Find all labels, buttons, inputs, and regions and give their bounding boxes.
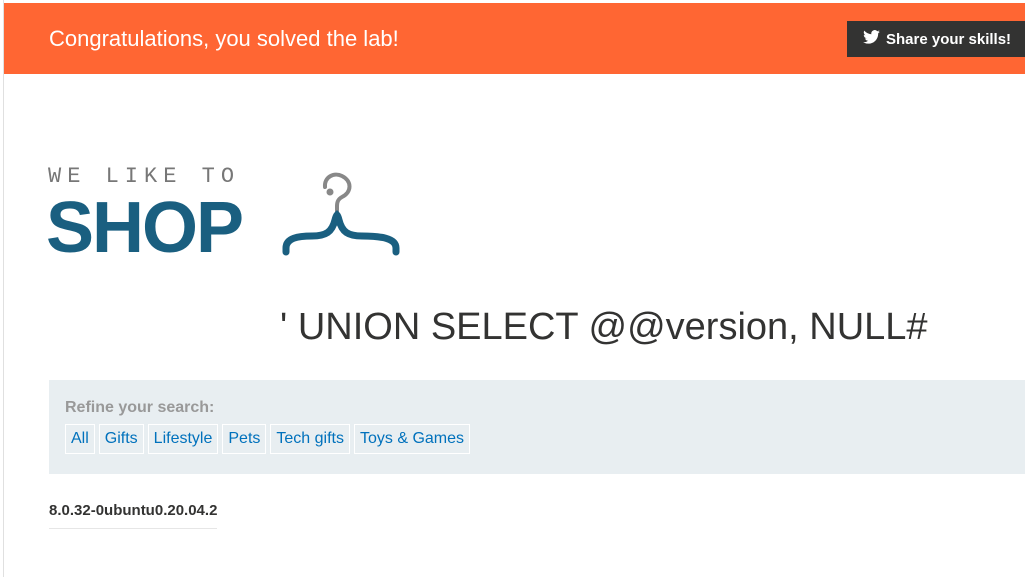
hanger-icon [280, 168, 404, 265]
shop-logo[interactable]: WE LIKE TO SHOP [46, 160, 408, 268]
page: Congratulations, you solved the lab! Sha… [0, 0, 1025, 577]
filter-link-gifts[interactable]: Gifts [98, 424, 144, 454]
banner-message: Congratulations, you solved the lab! [49, 26, 399, 51]
left-border [0, 0, 4, 577]
filter-link-lifestyle[interactable]: Lifestyle [147, 424, 219, 454]
result-version-text: 8.0.32-0ubuntu0.20.04.2 [49, 502, 218, 519]
filter-link-toys-games[interactable]: Toys & Games [353, 424, 471, 454]
category-filters: All Gifts Lifestyle Pets Tech gifts Toys… [65, 424, 471, 454]
filter-link-all[interactable]: All [65, 424, 95, 454]
filter-panel: Refine your search: All Gifts Lifestyle … [49, 380, 1025, 474]
logo-name: SHOP [46, 188, 244, 268]
search-term-heading: ' UNION SELECT @@version, NULL# [280, 306, 928, 348]
lab-solved-banner: Congratulations, you solved the lab! Sha… [4, 3, 1025, 74]
share-skills-label: Share your skills! [886, 30, 1012, 48]
twitter-icon [863, 30, 886, 48]
filter-link-pets[interactable]: Pets [222, 424, 267, 454]
filter-label: Refine your search: [65, 399, 215, 416]
logo-tagline: WE LIKE TO [48, 164, 241, 189]
filter-link-tech-gifts[interactable]: Tech gifts [270, 424, 350, 454]
result-row: 8.0.32-0ubuntu0.20.04.2 [49, 500, 218, 529]
share-skills-button[interactable]: Share your skills! [847, 21, 1025, 57]
